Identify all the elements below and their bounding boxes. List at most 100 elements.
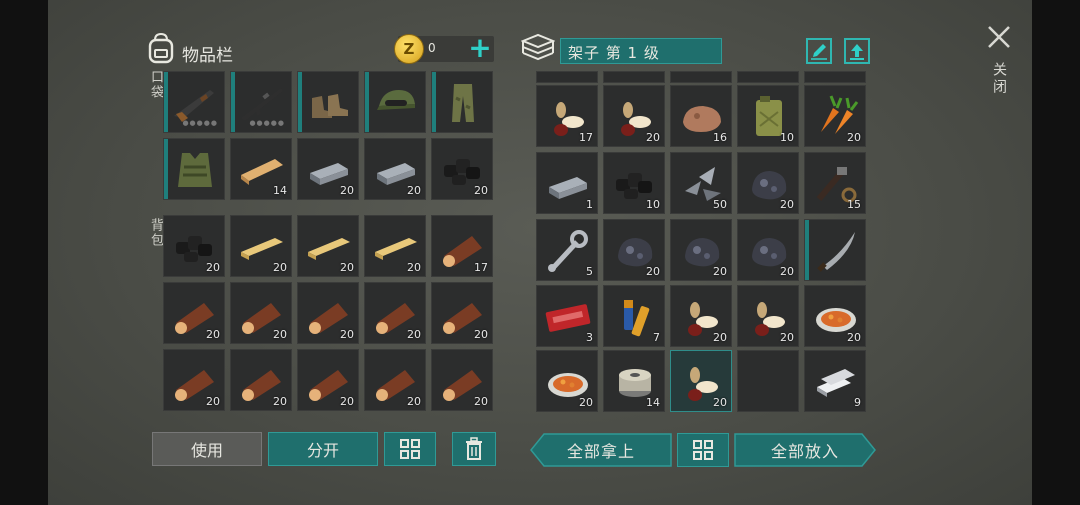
inventory-slot[interactable]: 20 — [297, 282, 359, 344]
inventory-slot[interactable]: ●●●●● — [230, 71, 292, 133]
put-all-button[interactable]: 全部放入 — [734, 433, 876, 467]
inventory-slot[interactable]: 20 — [364, 215, 426, 277]
item-count: 3 — [586, 331, 593, 344]
inventory-slot[interactable] — [431, 71, 493, 133]
coin-icon: Z — [394, 34, 424, 64]
item-count: 20 — [474, 395, 488, 408]
inventory-slot[interactable]: 20 — [297, 138, 359, 200]
inventory-slot[interactable]: 20 — [737, 152, 799, 214]
inventory-slot[interactable]: 20 — [297, 215, 359, 277]
item-count: 10 — [646, 198, 660, 211]
inventory-title: 物品栏 — [182, 46, 233, 66]
inventory-slot[interactable]: 10 — [737, 85, 799, 147]
inventory-slot[interactable]: 20 — [230, 349, 292, 411]
inventory-slot[interactable]: 14 — [230, 138, 292, 200]
inventory-slot[interactable]: 17 — [536, 85, 598, 147]
inventory-slot[interactable]: 20 — [230, 215, 292, 277]
coin-count: 0 — [428, 41, 436, 55]
inventory-slot[interactable]: 20 — [163, 349, 225, 411]
inventory-slot[interactable]: 20 — [536, 350, 598, 412]
item-count: 20 — [713, 331, 727, 344]
inventory-slot[interactable]: 10 — [603, 152, 665, 214]
sort-button[interactable] — [384, 432, 436, 466]
inventory-slot[interactable]: 20 — [737, 219, 799, 281]
slot-equip-marker — [164, 139, 168, 199]
inventory-slot[interactable]: 20 — [163, 215, 225, 277]
inventory-slot[interactable]: 20 — [603, 219, 665, 281]
slot-equip-marker — [298, 72, 302, 132]
backpack-icon — [146, 32, 176, 64]
item-count: 17 — [579, 131, 593, 144]
item-count: 20 — [407, 184, 421, 197]
item-count: 20 — [579, 396, 593, 409]
inventory-slot[interactable]: 14 — [603, 350, 665, 412]
delete-button[interactable] — [452, 432, 496, 466]
inventory-slot[interactable] — [364, 71, 426, 133]
grid-icon — [400, 439, 420, 459]
item-count: 20 — [474, 184, 488, 197]
close-button[interactable] — [986, 24, 1012, 50]
take-all-button[interactable]: 全部拿上 — [530, 433, 672, 467]
inventory-slot[interactable]: 20 — [297, 349, 359, 411]
item-count: 5 — [586, 265, 593, 278]
inventory-slot[interactable]: 20 — [670, 285, 732, 347]
inventory-slot[interactable]: 20 — [804, 285, 866, 347]
add-coins-button[interactable]: + — [467, 34, 493, 62]
durability-indicator: ●●●●● — [182, 119, 218, 127]
item-count: 7 — [653, 331, 660, 344]
item-count: 1 — [586, 198, 593, 211]
close-icon — [988, 26, 1010, 48]
trash-icon — [466, 437, 482, 460]
item-count: 20 — [713, 396, 727, 409]
inventory-slot[interactable]: 15 — [804, 152, 866, 214]
inventory-slot[interactable]: 20 — [364, 138, 426, 200]
inventory-slot[interactable] — [163, 138, 225, 200]
upload-icon — [850, 44, 864, 60]
inventory-slot[interactable]: 20 — [603, 85, 665, 147]
shelf-sort-button[interactable] — [677, 433, 729, 467]
inventory-slot[interactable]: 20 — [737, 285, 799, 347]
upgrade-button[interactable] — [844, 38, 870, 64]
shelf-slot-partial[interactable] — [536, 71, 598, 83]
inventory-slot[interactable]: 20 — [431, 349, 493, 411]
inventory-slot[interactable]: 7 — [603, 285, 665, 347]
inventory-slot[interactable]: 20 — [364, 282, 426, 344]
inventory-slot[interactable]: 20 — [431, 282, 493, 344]
inventory-slot[interactable]: 17 — [431, 215, 493, 277]
inventory-slot[interactable]: 1 — [536, 152, 598, 214]
inventory-slot[interactable]: 20 — [804, 85, 866, 147]
inventory-slot[interactable]: 20 — [431, 138, 493, 200]
durability-indicator: ●●●●● — [249, 119, 285, 127]
split-button[interactable]: 分开 — [268, 432, 378, 466]
item-count: 20 — [780, 265, 794, 278]
inventory-slot[interactable]: 20 — [670, 219, 732, 281]
inventory-slot[interactable]: 20 — [670, 350, 732, 412]
item-count: 20 — [780, 331, 794, 344]
slot-equip-marker — [805, 220, 809, 280]
inventory-slot[interactable]: 20 — [163, 282, 225, 344]
inventory-slot[interactable]: ●●●●● — [163, 71, 225, 133]
empty-slot[interactable] — [737, 350, 799, 412]
shelf-slot-partial[interactable] — [737, 71, 799, 83]
item-count: 20 — [847, 131, 861, 144]
inventory-slot[interactable]: 20 — [364, 349, 426, 411]
inventory-slot[interactable] — [297, 71, 359, 133]
use-button[interactable]: 使用 — [152, 432, 262, 466]
inventory-slot[interactable] — [804, 219, 866, 281]
inventory-slot[interactable]: 5 — [536, 219, 598, 281]
edit-icon — [811, 44, 827, 60]
slot-equip-marker — [432, 72, 436, 132]
shelf-slot-partial[interactable] — [603, 71, 665, 83]
slot-equip-marker — [365, 72, 369, 132]
rename-button[interactable] — [806, 38, 832, 64]
inventory-slot[interactable]: 16 — [670, 85, 732, 147]
put-all-label: 全部放入 — [770, 442, 839, 461]
inventory-slot[interactable]: 9 — [804, 350, 866, 412]
shelf-slot-partial[interactable] — [804, 71, 866, 83]
inventory-slot[interactable]: 3 — [536, 285, 598, 347]
shelf-slot-partial[interactable] — [670, 71, 732, 83]
item-count: 50 — [713, 198, 727, 211]
inventory-slot[interactable]: 20 — [230, 282, 292, 344]
item-count: 20 — [206, 328, 220, 341]
inventory-slot[interactable]: 50 — [670, 152, 732, 214]
